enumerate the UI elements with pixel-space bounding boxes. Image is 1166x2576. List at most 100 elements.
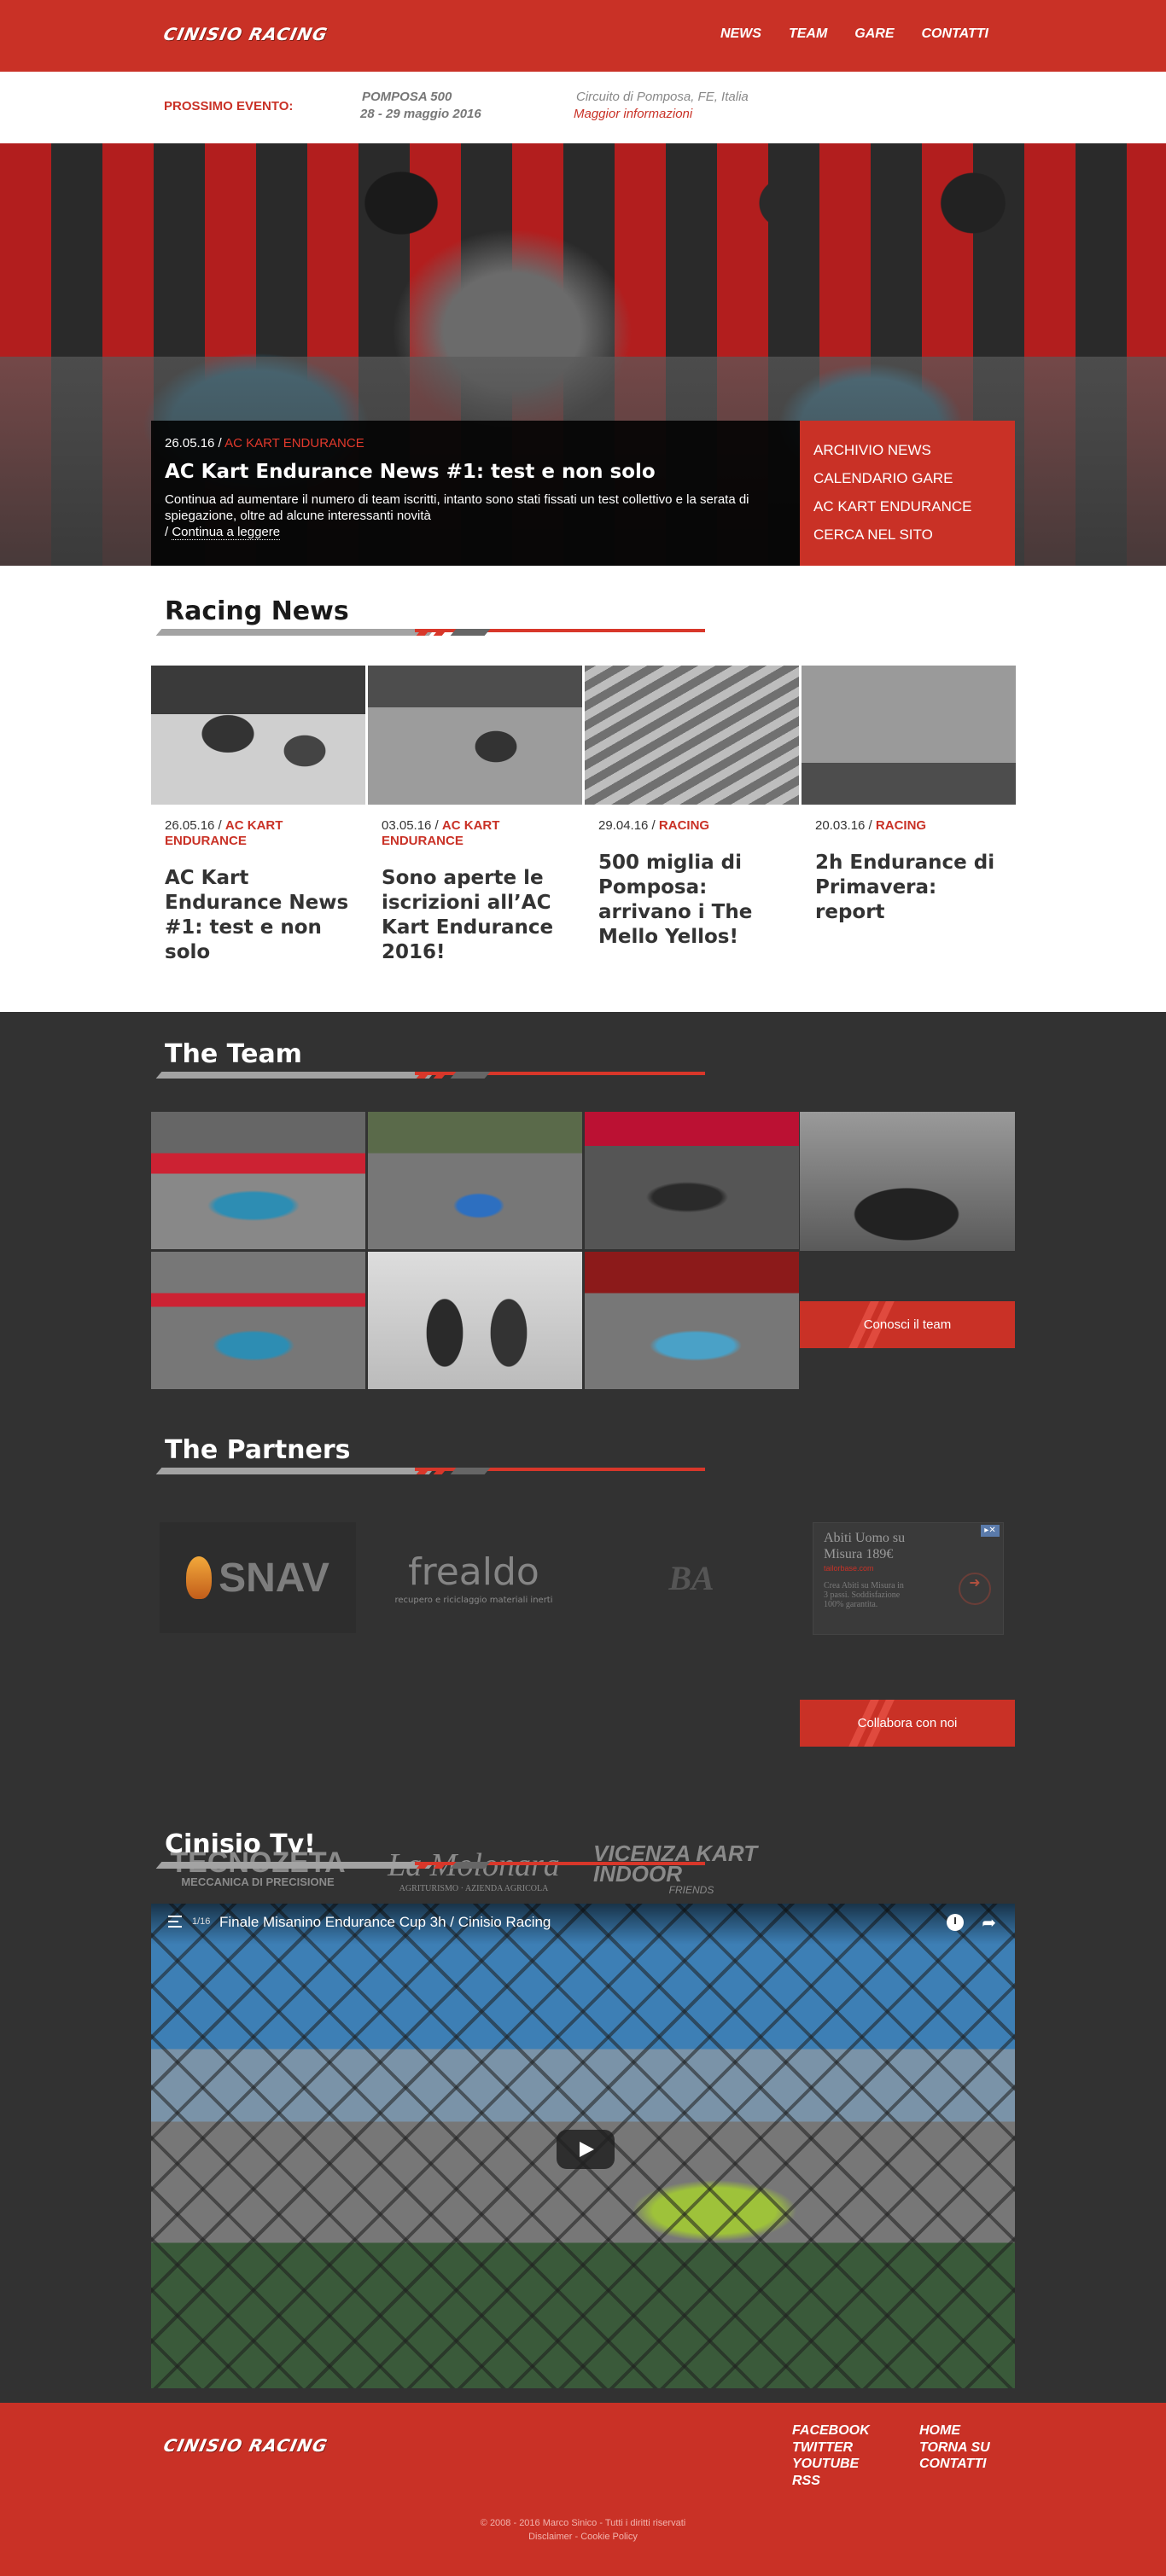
hero-article-title[interactable]: AC Kart Endurance News #1: test e non so… bbox=[165, 461, 786, 483]
footer-link-home[interactable]: HOME bbox=[919, 2422, 990, 2439]
team-section-title: The Team bbox=[165, 1039, 302, 1069]
playlist-icon[interactable] bbox=[168, 1916, 182, 1928]
know-team-button[interactable]: Conosci il team bbox=[800, 1301, 1015, 1348]
site-header: CINISIO RACING NEWS TEAM GARE CONTATTI bbox=[0, 0, 1166, 72]
news-cards: 26.05.16 / AC KART ENDURANCE AC Kart End… bbox=[151, 666, 1016, 965]
team-photo-grid bbox=[151, 1112, 800, 1389]
nav-item-gare[interactable]: GARE bbox=[854, 26, 894, 42]
quick-menu-calendario-gare[interactable]: CALENDARIO GARE bbox=[813, 464, 1001, 492]
collaborate-button[interactable]: Collabora con noi bbox=[800, 1700, 1015, 1747]
partner-logo-vicenza-kart-indoor[interactable]: VICENZA KART INDOOR FRIENDS bbox=[593, 1827, 790, 1912]
nav-item-team[interactable]: TEAM bbox=[789, 26, 827, 42]
advertisement-box[interactable]: ▸✕ Abiti Uomo su Misura 189€ tailorbase.… bbox=[813, 1522, 1004, 1635]
team-photo[interactable] bbox=[368, 1252, 582, 1389]
news-card-image[interactable] bbox=[585, 666, 799, 805]
arrow-right-icon[interactable]: ➜ bbox=[959, 1573, 991, 1605]
news-card-title[interactable]: 2h Endurance di Primavera: report bbox=[815, 851, 1002, 925]
nav-item-news[interactable]: NEWS bbox=[720, 26, 761, 42]
section-divider-stripe bbox=[155, 1862, 705, 1869]
news-card-meta: 29.04.16 / RACING bbox=[598, 818, 785, 834]
hero-article-category[interactable]: AC KART ENDURANCE bbox=[224, 436, 364, 451]
quick-menu-ac-kart-endurance[interactable]: AC KART ENDURANCE bbox=[813, 492, 1001, 520]
team-group-photo[interactable] bbox=[800, 1112, 1015, 1251]
share-icon[interactable]: ➦ bbox=[982, 1912, 996, 1933]
video-player[interactable]: 1/16 Finale Misanino Endurance Cup 3h / … bbox=[151, 1904, 1015, 2388]
footer-separator: - bbox=[572, 2532, 581, 2542]
news-card-meta: 03.05.16 / AC KART ENDURANCE bbox=[382, 818, 568, 849]
news-card[interactable]: 29.04.16 / RACING 500 miglia di Pomposa:… bbox=[585, 666, 799, 965]
cookie-policy-link[interactable]: Cookie Policy bbox=[580, 2532, 638, 2542]
news-card-meta: 26.05.16 / AC KART ENDURANCE bbox=[165, 818, 352, 849]
news-card[interactable]: 26.05.16 / AC KART ENDURANCE AC Kart End… bbox=[151, 666, 365, 965]
flame-icon bbox=[186, 1556, 213, 1599]
disclaimer-link[interactable]: Disclaimer bbox=[528, 2532, 572, 2542]
play-button[interactable] bbox=[557, 2130, 615, 2169]
news-card-image[interactable] bbox=[802, 666, 1016, 805]
partner-molonara-subtitle: AGRITURISMO · AZIENDA AGRICOLA bbox=[399, 1883, 549, 1893]
tv-section-title: Cinisio Tv! bbox=[165, 1829, 316, 1859]
next-event-name: POMPOSA 500 bbox=[362, 90, 452, 104]
site-footer: CINISIO RACING FACEBOOK TWITTER YOUTUBE … bbox=[0, 2403, 1166, 2576]
video-title[interactable]: Finale Misanino Endurance Cup 3h / Cinis… bbox=[219, 1914, 551, 1931]
hero-read-more-link[interactable]: Continua a leggere bbox=[172, 525, 281, 540]
footer-link-contatti[interactable]: CONTATTI bbox=[919, 2456, 990, 2473]
collaborate-button-label: Collabora con noi bbox=[857, 1716, 958, 1730]
news-card-date: 03.05.16 / bbox=[382, 818, 442, 833]
news-card-meta: 20.03.16 / RACING bbox=[815, 818, 1002, 834]
news-card-image[interactable] bbox=[151, 666, 365, 805]
news-card-category[interactable]: RACING bbox=[659, 818, 709, 833]
team-photo[interactable] bbox=[585, 1112, 799, 1249]
team-photo[interactable] bbox=[585, 1252, 799, 1389]
news-card-title[interactable]: AC Kart Endurance News #1: test e non so… bbox=[165, 866, 352, 965]
footer-social-links: FACEBOOK TWITTER YOUTUBE RSS bbox=[792, 2422, 870, 2489]
footer-logo[interactable]: CINISIO RACING bbox=[161, 2435, 329, 2456]
news-card-date: 29.04.16 / bbox=[598, 818, 659, 833]
hero-banner: 26.05.16 / AC KART ENDURANCE AC Kart End… bbox=[0, 143, 1166, 566]
quick-menu-archivio-news[interactable]: ARCHIVIO NEWS bbox=[813, 436, 1001, 464]
news-card-category[interactable]: RACING bbox=[876, 818, 926, 833]
partner-ba-text: BA bbox=[668, 1558, 714, 1597]
partner-frealdo-text: frealdo bbox=[408, 1550, 539, 1594]
partner-snav-text: SNAV bbox=[219, 1555, 329, 1601]
news-card-image[interactable] bbox=[368, 666, 582, 805]
footer-link-back-to-top[interactable]: TORNA SU bbox=[919, 2439, 990, 2457]
nav-item-contatti[interactable]: CONTATTI bbox=[922, 26, 989, 42]
racing-news-section: Racing News 26.05.16 / AC KART ENDURANCE… bbox=[0, 566, 1166, 1012]
hero-article-excerpt: Continua ad aumentare il numero di team … bbox=[165, 491, 779, 540]
ad-close-icon[interactable]: ▸✕ bbox=[981, 1525, 1000, 1537]
footer-link-youtube[interactable]: YOUTUBE bbox=[792, 2456, 870, 2473]
team-photo[interactable] bbox=[151, 1112, 365, 1249]
watch-later-icon[interactable] bbox=[947, 1914, 964, 1931]
next-event-more-link[interactable]: Maggior informazioni bbox=[574, 107, 692, 121]
ad-text: Crea Abiti su Misura in 3 passi. Soddisf… bbox=[824, 1581, 904, 1609]
ad-title[interactable]: Abiti Uomo su Misura 189€ bbox=[824, 1530, 943, 1562]
team-photo[interactable] bbox=[368, 1112, 582, 1249]
hero-quick-menu: ARCHIVIO NEWS CALENDARIO GARE AC KART EN… bbox=[800, 421, 1015, 566]
section-divider-stripe bbox=[155, 1468, 705, 1474]
footer-link-rss[interactable]: RSS bbox=[792, 2473, 870, 2490]
hero-article-meta: 26.05.16 / AC KART ENDURANCE bbox=[165, 436, 786, 451]
footer-link-facebook[interactable]: FACEBOOK bbox=[792, 2422, 870, 2439]
next-event-bar: PROSSIMO EVENTO: POMPOSA 500 28 - 29 mag… bbox=[0, 72, 1166, 143]
partner-logo-frealdo[interactable]: frealdo recupero e riciclaggio materiali… bbox=[376, 1522, 572, 1633]
footer-link-twitter[interactable]: TWITTER bbox=[792, 2439, 870, 2457]
partner-logo-ba[interactable]: BA bbox=[593, 1522, 790, 1633]
news-card-title[interactable]: Sono aperte le iscrizioni all’AC Kart En… bbox=[382, 866, 568, 965]
news-card[interactable]: 20.03.16 / RACING 2h Endurance di Primav… bbox=[802, 666, 1016, 965]
hero-article-date: 26.05.16 / bbox=[165, 436, 225, 451]
section-divider-stripe bbox=[155, 1072, 705, 1079]
site-logo[interactable]: CINISIO RACING bbox=[161, 24, 329, 44]
news-card[interactable]: 03.05.16 / AC KART ENDURANCE Sono aperte… bbox=[368, 666, 582, 965]
main-nav: NEWS TEAM GARE CONTATTI bbox=[720, 26, 988, 42]
partner-logo-molonara[interactable]: La Molonara AGRITURISMO · AZIENDA AGRICO… bbox=[376, 1827, 572, 1912]
partners-section-title: The Partners bbox=[165, 1435, 351, 1465]
news-card-title[interactable]: 500 miglia di Pomposa: arrivano i The Me… bbox=[598, 851, 785, 950]
ad-url[interactable]: tailorbase.com bbox=[824, 1564, 993, 1573]
partner-logo-snav[interactable]: SNAV bbox=[160, 1522, 356, 1633]
quick-menu-cerca-nel-sito[interactable]: CERCA NEL SITO bbox=[813, 520, 1001, 549]
copyright-text: © 2008 - 2016 Marco Sinico - Tutti i dir… bbox=[480, 2518, 686, 2528]
news-card-date: 26.05.16 / bbox=[165, 818, 225, 833]
next-event-place: Circuito di Pomposa, FE, Italia bbox=[576, 90, 749, 104]
team-photo[interactable] bbox=[151, 1252, 365, 1389]
racing-news-title: Racing News bbox=[165, 596, 349, 626]
